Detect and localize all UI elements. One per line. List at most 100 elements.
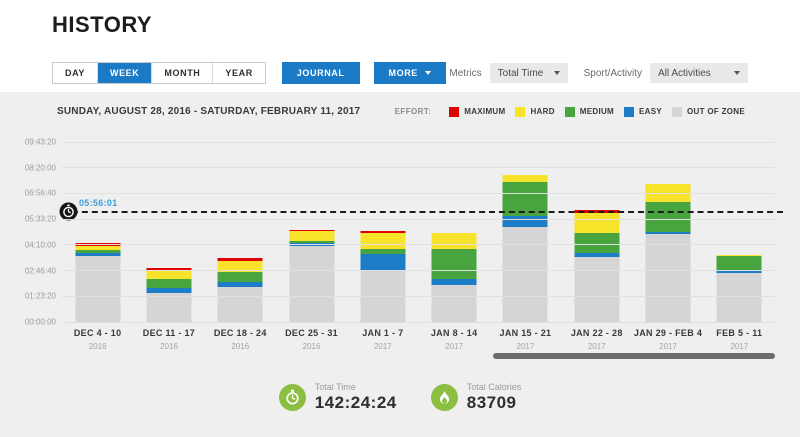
stacked-bar[interactable]	[503, 175, 548, 322]
total-time-value: 142:24:24	[315, 393, 397, 413]
metrics-label: Metrics	[449, 68, 481, 79]
y-axis-tick: 06:56:40	[25, 189, 56, 198]
week-label: JAN 8 - 14	[418, 328, 489, 338]
filter-controls: Metrics Total Time Sport/Activity All Ac…	[449, 63, 748, 83]
sport-activity-dropdown[interactable]: All Activities	[650, 63, 748, 83]
x-axis-label: JAN 1 - 72017	[347, 328, 418, 351]
toolbar: DAYWEEKMONTHYEAR JOURNAL MORE Metrics To…	[52, 62, 748, 84]
gridline	[62, 322, 775, 323]
legend-item-medium: MEDIUM	[565, 107, 614, 117]
average-line	[62, 211, 783, 213]
legend-swatch	[565, 107, 575, 117]
week-label: DEC 18 - 24	[205, 328, 276, 338]
year-label: 2016	[205, 342, 276, 351]
bar-segment-medium	[146, 279, 191, 288]
bar-segment-hard	[289, 231, 334, 241]
bar-segment-hard	[574, 213, 619, 233]
tab-month[interactable]: MONTH	[152, 63, 213, 83]
chevron-down-icon	[554, 71, 560, 75]
legend-title: EFFORT:	[395, 107, 432, 116]
sport-activity-dropdown-value: All Activities	[658, 68, 711, 79]
bar-segment-out-of-zone	[646, 234, 691, 322]
bar-segment-out-of-zone	[503, 227, 548, 323]
bar-segment-out-of-zone	[432, 285, 477, 322]
average-value-label: 05:56:01	[79, 198, 117, 208]
bar-segment-hard	[503, 175, 548, 182]
metrics-dropdown-value: Total Time	[498, 68, 544, 79]
year-label: 2017	[704, 342, 775, 351]
tab-week[interactable]: WEEK	[98, 63, 152, 83]
y-axis-tick: 02:46:40	[25, 266, 56, 275]
page-title: HISTORY	[52, 12, 152, 38]
week-label: DEC 25 - 31	[276, 328, 347, 338]
year-label: 2016	[133, 342, 204, 351]
stacked-bar[interactable]	[574, 210, 619, 322]
y-axis-tick: 08:20:00	[25, 163, 56, 172]
year-label: 2016	[276, 342, 347, 351]
chart-scrollbar[interactable]	[493, 353, 775, 359]
chart-header-row: SUNDAY, AUGUST 28, 2016 - SATURDAY, FEBR…	[57, 106, 745, 117]
legend-label: MEDIUM	[580, 107, 614, 116]
legend-item-out-of-zone: OUT OF ZONE	[672, 107, 745, 117]
year-label: 2017	[418, 342, 489, 351]
gridline	[62, 296, 775, 297]
y-axis-tick: 05:33:20	[25, 215, 56, 224]
total-time-clock-icon	[279, 384, 306, 411]
total-calories-item: Total Calories 83709	[431, 382, 522, 413]
week-label: JAN 15 - 21	[490, 328, 561, 338]
gridline	[62, 270, 775, 271]
year-label: 2017	[347, 342, 418, 351]
average-clock-icon	[59, 202, 78, 226]
legend-swatch	[672, 107, 682, 117]
bar-segment-easy	[360, 254, 405, 270]
total-calories-label: Total Calories	[467, 382, 522, 392]
week-label: JAN 29 - FEB 4	[632, 328, 703, 338]
x-axis-label: DEC 25 - 31 2016	[276, 328, 347, 351]
legend-label: MAXIMUM	[464, 107, 505, 116]
view-tabs: DAYWEEKMONTHYEAR	[52, 62, 266, 84]
total-calories-value: 83709	[467, 393, 522, 413]
stacked-bar[interactable]	[717, 255, 762, 322]
more-button[interactable]: MORE	[374, 62, 446, 84]
chart-section: SUNDAY, AUGUST 28, 2016 - SATURDAY, FEBR…	[0, 92, 800, 437]
legend-item-maximum: MAXIMUM	[449, 107, 505, 117]
bar-segment-out-of-zone	[289, 246, 334, 322]
year-label: 2016	[62, 342, 133, 351]
y-axis-tick: 01:23:20	[25, 292, 56, 301]
sport-activity-label: Sport/Activity	[584, 68, 642, 79]
year-label: 2017	[561, 342, 632, 351]
legend-swatch	[515, 107, 525, 117]
page-header: HISTORY DAYWEEKMONTHYEAR JOURNAL MORE Me…	[0, 0, 800, 92]
bar-segment-hard	[146, 270, 191, 279]
x-axis-label: DEC 11 - 172016	[133, 328, 204, 351]
bar-segment-easy	[503, 216, 548, 227]
gridline	[62, 142, 775, 143]
stacked-bar[interactable]	[432, 233, 477, 322]
effort-legend: EFFORT: MAXIMUMHARDMEDIUMEASYOUT OF ZONE	[395, 107, 745, 117]
bar-segment-out-of-zone	[574, 257, 619, 322]
bar-segment-medium	[717, 256, 762, 271]
tab-year[interactable]: YEAR	[213, 63, 264, 83]
stacked-bar[interactable]	[218, 258, 263, 322]
metrics-dropdown[interactable]: Total Time	[490, 63, 568, 83]
total-time-label: Total Time	[315, 382, 397, 392]
gridline	[62, 244, 775, 245]
journal-button[interactable]: JOURNAL	[282, 62, 360, 84]
totals-summary: Total Time 142:24:24 Total Calories 8370…	[0, 382, 800, 413]
total-time-item: Total Time 142:24:24	[279, 382, 397, 413]
stacked-bar[interactable]	[75, 243, 120, 322]
y-axis-tick: 00:00:00	[25, 318, 56, 327]
bar-segment-medium	[218, 272, 263, 282]
tab-day[interactable]: DAY	[53, 63, 98, 83]
date-range: SUNDAY, AUGUST 28, 2016 - SATURDAY, FEBR…	[57, 106, 360, 117]
gridline	[62, 219, 775, 220]
bar-segment-hard	[360, 233, 405, 249]
plot-area: 05:56:01 00:00:0001:23:2002:46:4004:10:0…	[62, 142, 775, 322]
bar-segment-medium	[432, 249, 477, 279]
y-axis-tick: 04:10:00	[25, 240, 56, 249]
legend-item-easy: EASY	[624, 107, 662, 117]
bar-segment-out-of-zone	[75, 256, 120, 322]
week-label: FEB 5 - 11	[704, 328, 775, 338]
stacked-bar[interactable]	[646, 184, 691, 322]
bar-segment-out-of-zone	[717, 273, 762, 322]
